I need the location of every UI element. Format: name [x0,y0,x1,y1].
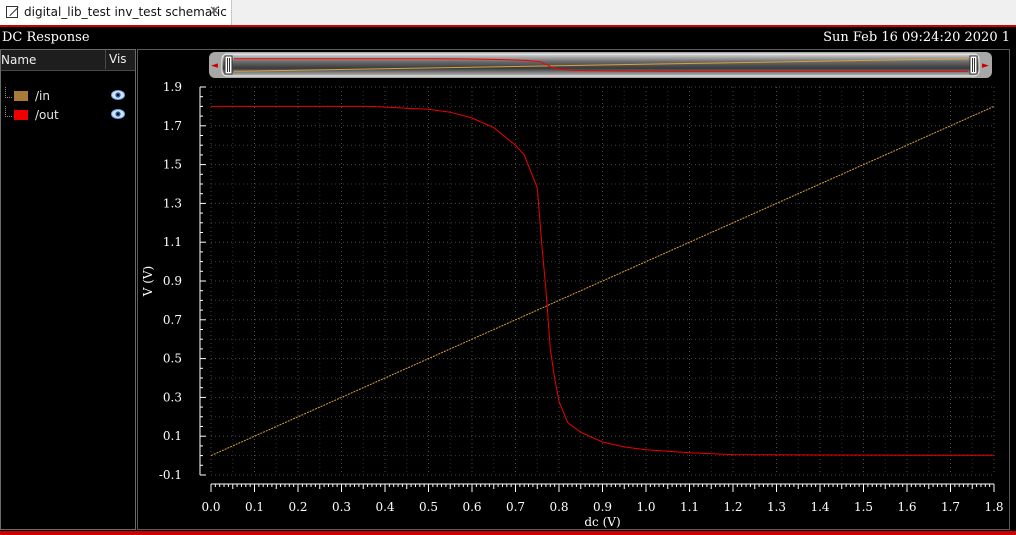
x-tick-label: 1.6 [897,500,916,514]
y-tick-label: 1.9 [163,80,182,94]
x-tick-label: 1.5 [854,500,873,514]
y-tick-label: 0.1 [163,429,182,443]
x-tick-label: 1.0 [636,500,655,514]
x-tick-label: 1.2 [723,500,742,514]
x-tick-label: 0.3 [332,500,351,514]
x-axis-title: dc (V) [584,515,620,529]
axes [199,86,995,492]
y-axis-title: V (V) [141,266,155,298]
bottom-border [0,531,1016,535]
x-tick-label: 1.3 [767,500,786,514]
series-line-out [211,105,994,456]
y-tick-label: 1.7 [163,119,182,133]
x-tick-label: 0.5 [419,500,438,514]
x-tick-label: 0.7 [506,500,525,514]
scroll-left-icon[interactable]: ◄ [211,61,218,71]
x-tick-label: 1.7 [941,500,960,514]
scroll-handle-left[interactable] [224,55,233,75]
x-tick-label: 1.4 [810,500,829,514]
x-tick-label: 0.9 [593,500,612,514]
x-range-scroller[interactable]: ◄ ► [209,52,992,78]
grid [210,86,995,476]
y-tick-label: 0.7 [163,313,182,327]
x-tick-label: 0.6 [462,500,481,514]
y-tick-label: 1.3 [163,196,182,210]
x-tick-label: 0.8 [549,500,568,514]
y-tick-label: -0.1 [159,468,182,482]
x-tick-label: 1.8 [984,500,1003,514]
scroll-right-icon[interactable]: ► [982,61,989,71]
axis-labels: 0.0 0.1 0.2 0.3 0.4 0.5 0.6 0.7 0.8 0.9 1.0 1.1 1.2 1… [141,80,1004,529]
x-tick-label: 0.2 [288,500,307,514]
scroll-handle-right[interactable] [969,55,978,75]
y-tick-label: 1.1 [163,235,182,249]
y-tick-label: 0.5 [163,352,182,366]
x-tick-label: 0.0 [201,500,220,514]
y-tick-label: 1.5 [163,158,182,172]
x-tick-label: 0.4 [375,500,394,514]
x-tick-label: 0.1 [245,500,264,514]
y-tick-label: 0.3 [163,390,182,404]
y-tick-label: 0.9 [163,274,182,288]
x-tick-label: 1.1 [680,500,699,514]
chart-canvas: ◄ ► 0.0 0.1 0.2 0.3 0.4 0.5 0.6 0.7 0.8 0.9 1.0 1.1… [141,52,1004,529]
